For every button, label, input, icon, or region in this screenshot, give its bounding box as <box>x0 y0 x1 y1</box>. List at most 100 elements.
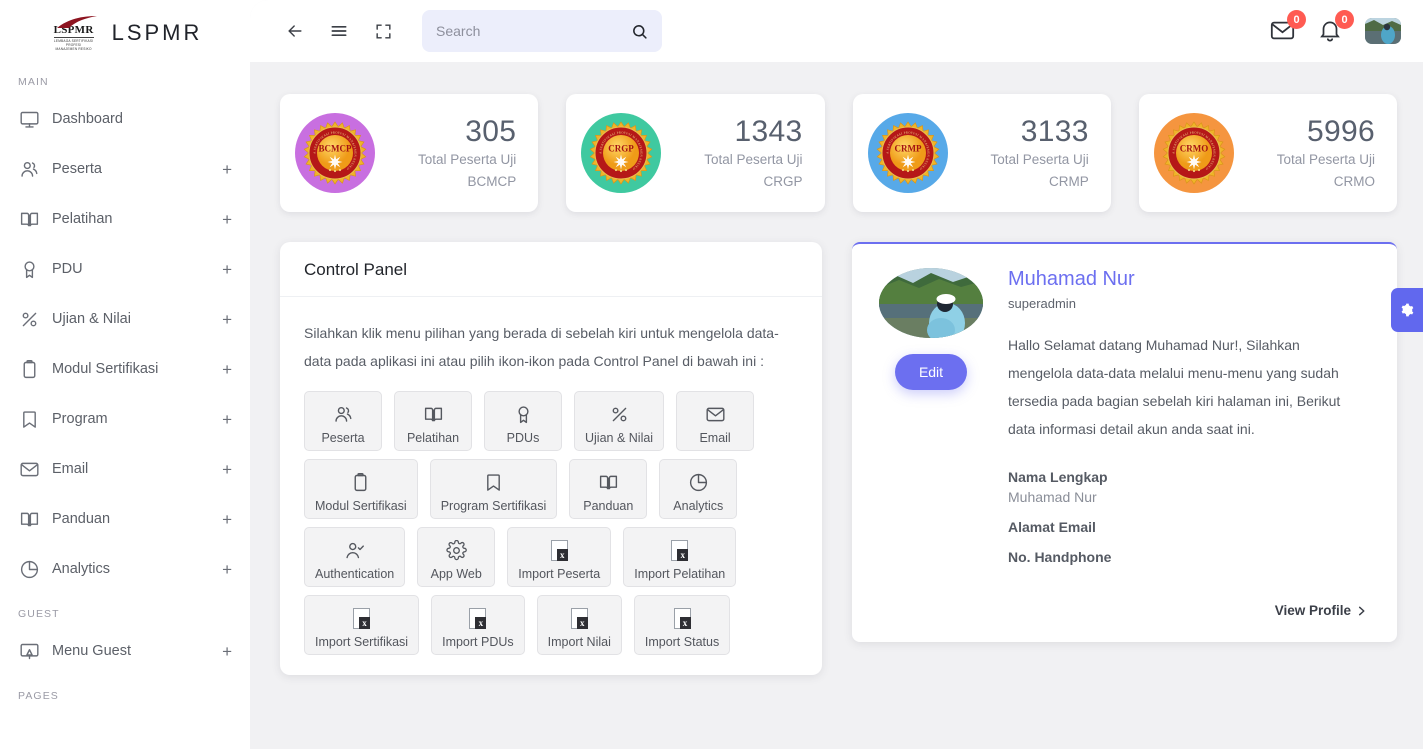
sidebar-expand-icon[interactable]: + <box>222 461 232 478</box>
cp-button-panduan[interactable]: Panduan <box>569 459 648 519</box>
cp-button-import-sertifikasi[interactable]: Import Sertifikasi <box>304 595 420 655</box>
hamburger-icon[interactable] <box>322 14 356 48</box>
cp-button-label: Peserta <box>321 431 365 445</box>
stat-card-bcmcp[interactable]: LEMBAGA SERTIFIKASI PROFESI MANAJEMEN RE… <box>280 94 539 212</box>
sidebar-expand-icon[interactable]: + <box>222 261 232 278</box>
cp-button-app-web[interactable]: App Web <box>417 527 496 587</box>
notifications-button[interactable]: 0 <box>1317 10 1354 45</box>
sidebar-item-peserta[interactable]: Peserta + <box>0 144 250 194</box>
sidebar-expand-icon[interactable]: + <box>222 411 232 428</box>
cp-button-label: Panduan <box>583 499 634 513</box>
sidebar-expand-icon[interactable]: + <box>222 311 232 328</box>
cp-button-ujian-nilai[interactable]: Ujian & Nilai <box>574 391 665 451</box>
cp-button-import-status[interactable]: Import Status <box>633 595 731 655</box>
cp-button-import-pdus[interactable]: Import PDUs <box>431 595 525 655</box>
mail-badge: 0 <box>1287 10 1306 29</box>
cp-button-label: Authentication <box>315 567 395 581</box>
book-icon <box>423 401 444 427</box>
stat-label-line1: Total Peserta Uji <box>417 151 517 167</box>
cp-button-analytics[interactable]: Analytics <box>659 459 738 519</box>
cp-button-import-nilai[interactable]: Import Nilai <box>536 595 622 655</box>
sidebar-expand-icon[interactable]: + <box>222 511 232 528</box>
sidebar-item-analytics[interactable]: Analytics + <box>0 544 250 594</box>
sidebar-expand-icon[interactable]: + <box>222 211 232 228</box>
cp-button-pdus[interactable]: PDUs <box>484 391 562 451</box>
profile-avatar[interactable] <box>879 268 983 338</box>
stat-card-crmo[interactable]: LEMBAGA SERTIFIKASI PROFESI MANAJEMEN RE… <box>1138 94 1397 212</box>
sidebar-item-label: Peserta <box>52 161 102 177</box>
cp-button-label: Import Nilai <box>547 635 611 649</box>
stat-value: 3133 <box>1020 114 1089 148</box>
sidebar-expand-icon[interactable]: + <box>222 643 232 660</box>
edit-profile-button[interactable]: Edit <box>894 354 968 390</box>
brand-name: LSPMR <box>111 20 203 45</box>
profile-role: superadmin <box>1008 296 1076 311</box>
sidebar-item-label: Menu Guest <box>52 643 131 659</box>
sidebar-item-pdu[interactable]: PDU + <box>0 244 250 294</box>
excel-file-icon <box>671 537 689 563</box>
fullscreen-icon[interactable] <box>366 14 400 48</box>
sidebar-item-ujian-nilai[interactable]: Ujian & Nilai + <box>0 294 250 344</box>
stat-card-crgp[interactable]: LEMBAGA SERTIFIKASI PROFESI MANAJEMEN RE… <box>566 94 825 212</box>
brand-logo[interactable]: LSPMR LEMBAGA SERTIFIKASI PROFESI MANAJEM… <box>0 0 250 62</box>
sidebar-item-menu-guest[interactable]: Menu Guest + <box>0 626 250 676</box>
sidebar-item-program[interactable]: Program + <box>0 394 250 444</box>
stat-value: 1343 <box>734 114 803 148</box>
search-input[interactable] <box>436 23 631 39</box>
avatar-photo <box>879 268 983 338</box>
sidebar-item-email[interactable]: Email + <box>0 444 250 494</box>
profile-field-label: Alamat Email <box>1008 519 1096 535</box>
cp-button-modul-sertifikasi[interactable]: Modul Sertifikasi <box>304 459 418 519</box>
cp-button-import-pelatihan[interactable]: Import Pelatihan <box>623 527 737 587</box>
profile-field-list: Nama Lengkap Muhamad Nur Alamat Email No. H… <box>1008 469 1367 565</box>
stat-card-crmp[interactable]: LEMBAGA SERTIFIKASI PROFESI MANAJEMEN RE… <box>852 94 1111 212</box>
svg-text:CRGP: CRGP <box>609 144 635 154</box>
users-icon <box>18 158 40 180</box>
envelope-icon <box>18 458 40 480</box>
sidebar-item-modul-sertifikasi[interactable]: Modul Sertifikasi + <box>0 344 250 394</box>
stat-label-line1: Total Peserta Uji <box>704 151 803 167</box>
profile-card: Edit Muhamad Nur superadmin Hallo Selama… <box>852 242 1397 642</box>
sidebar-nav: MAIN Dashboard Peserta + Pelatihan + PDU + Ujian… <box>0 62 250 708</box>
search-icon[interactable] <box>631 23 648 40</box>
svg-text:BCMCP: BCMCP <box>319 144 352 154</box>
sidebar-expand-icon[interactable]: + <box>222 361 232 378</box>
mail-button[interactable]: 0 <box>1269 10 1306 45</box>
avatar[interactable] <box>1365 18 1401 44</box>
sidebar-item-pelatihan[interactable]: Pelatihan + <box>0 194 250 244</box>
view-profile-link[interactable]: View Profile <box>1275 603 1367 618</box>
sidebar-item-panduan[interactable]: Panduan + <box>0 494 250 544</box>
cp-button-label: Analytics <box>673 499 724 513</box>
sidebar-expand-icon[interactable]: + <box>222 161 232 178</box>
profile-field-value: Muhamad Nur <box>1008 489 1097 505</box>
stat-text: 3133 Total Peserta Uji CRMP <box>949 114 1089 191</box>
sidebar: LSPMR LEMBAGA SERTIFIKASI PROFESI MANAJEM… <box>0 0 250 749</box>
stat-text: 1343 Total Peserta Uji CRGP <box>662 115 802 191</box>
award-icon <box>513 401 534 427</box>
cp-button-label: Import Peserta <box>518 567 601 581</box>
stat-label-line2: BCMCP <box>467 173 517 189</box>
settings-tab-button[interactable] <box>1391 288 1423 332</box>
monitor-icon <box>18 108 40 130</box>
user-avatar <box>1365 18 1401 44</box>
arrow-left-icon[interactable] <box>278 14 312 48</box>
cp-button-program-sertifikasi[interactable]: Program Sertifikasi <box>429 459 558 519</box>
gear-icon <box>446 537 467 563</box>
main-area: 0 0 LEMBAG <box>250 0 1423 749</box>
profile-name[interactable]: Muhamad Nur <box>1008 268 1367 291</box>
cp-button-email[interactable]: Email <box>676 391 755 451</box>
stat-text: 5996 Total Peserta Uji CRMO <box>1235 115 1375 191</box>
search-box[interactable] <box>422 10 662 52</box>
cp-button-authentication[interactable]: Authentication <box>304 527 406 587</box>
control-panel-description: Silahkan klik menu pilihan yang berada d… <box>304 325 779 369</box>
sidebar-expand-icon[interactable]: + <box>222 561 232 578</box>
sidebar-item-dashboard[interactable]: Dashboard <box>0 94 250 144</box>
cp-button-peserta[interactable]: Peserta <box>304 391 382 451</box>
sidebar-item-label: Dashboard <box>52 111 123 127</box>
cp-button-import-peserta[interactable]: Import Peserta <box>507 527 612 587</box>
cp-button-pelatihan[interactable]: Pelatihan <box>394 391 472 451</box>
book-icon <box>18 508 40 530</box>
cp-button-label: App Web <box>430 567 482 581</box>
seal-badge-crgp: LEMBAGA SERTIFIKASI PROFESI MANAJEMEN RE… <box>580 112 662 193</box>
svg-text:CRMP: CRMP <box>894 144 921 154</box>
